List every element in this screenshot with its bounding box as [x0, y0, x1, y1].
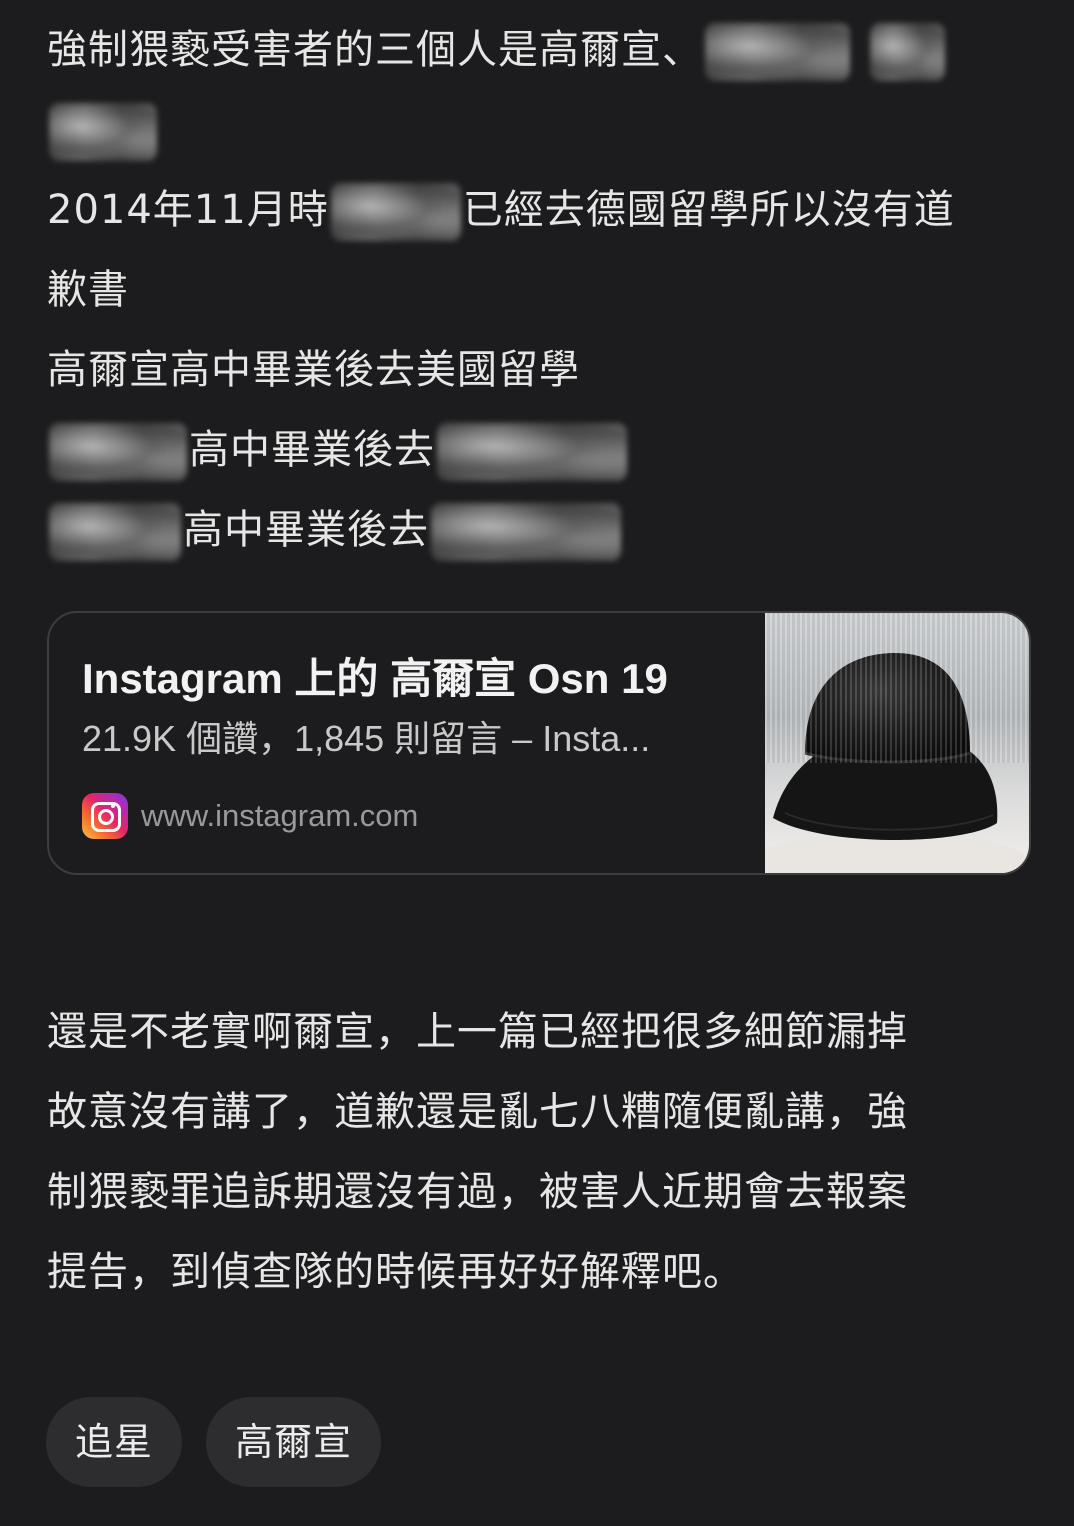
tag-chip-gaoerxuan[interactable]: 高爾宣: [206, 1397, 382, 1487]
post-body: 強制猥褻受害者的三個人是高爾宣、 2014年11月時 已經去德國留學所以沒有道 歉…: [47, 10, 1037, 570]
redacted-name: [705, 23, 850, 81]
link-preview-thumbnail: [765, 613, 1029, 873]
redacted-name: [49, 103, 157, 161]
instagram-icon: [82, 793, 128, 839]
redacted-location: [437, 423, 627, 481]
post-line: 高爾宣高中畢業後去美國留學: [47, 330, 1037, 410]
comment-body: 還是不老實啊爾宣，上一篇已經把很多細節漏掉 故意沒有講了，道歉還是亂七八糟隨便亂…: [47, 992, 1037, 1312]
redacted-name: [49, 423, 187, 481]
link-preview-source: www.instagram.com: [82, 793, 722, 839]
post-text: 高中畢業後去: [183, 507, 429, 553]
comment-line: 還是不老實啊爾宣，上一篇已經把很多細節漏掉: [47, 1009, 908, 1055]
link-preview-title: Instagram 上的 高爾宣 Osn 19: [82, 655, 668, 702]
comment-line: 故意沒有講了，道歉還是亂七八糟隨便亂講，強: [47, 1089, 908, 1135]
post-line: [47, 90, 1037, 170]
post-line: 2014年11月時 已經去德國留學所以沒有道: [47, 170, 1037, 250]
post-line: 歉書: [47, 250, 1037, 330]
post-line: 強制猥褻受害者的三個人是高爾宣、: [47, 10, 1037, 90]
topic-tags: 追星 高爾宣: [46, 1397, 405, 1487]
link-preview-domain: www.instagram.com: [141, 798, 419, 833]
post-text: 2014年11月時: [47, 187, 329, 233]
redacted-name: [49, 503, 181, 561]
link-preview-subtitle: 21.9K 個讚，1,845 則留言 – Insta...: [82, 718, 651, 759]
post-text: 歉書: [47, 267, 129, 313]
redacted-name: [330, 183, 461, 241]
post-line: 高中畢業後去: [47, 410, 1037, 490]
post-line: 高中畢業後去: [47, 490, 1037, 570]
comment-line: 提告，到偵查隊的時候再好好解釋吧。: [47, 1249, 744, 1295]
link-preview-text: Instagram 上的 高爾宣 Osn 19 21.9K 個讚，1,845 則…: [82, 651, 722, 839]
post-text: 強制猥褻受害者的三個人是高爾宣、: [47, 27, 703, 73]
link-preview-card[interactable]: Instagram 上的 高爾宣 Osn 19 21.9K 個讚，1,845 則…: [47, 611, 1031, 875]
post-text: 高爾宣高中畢業後去美國留學: [47, 347, 580, 393]
comment-line: 制猥褻罪追訴期還沒有過，被害人近期會去報案: [47, 1169, 908, 1215]
post-text: 已經去德國留學所以沒有道: [462, 187, 955, 233]
redacted-location: [431, 503, 621, 561]
post-text: 高中畢業後去: [189, 427, 435, 473]
redacted-name: [870, 23, 945, 81]
tag-chip-zhuixing[interactable]: 追星: [46, 1397, 183, 1487]
